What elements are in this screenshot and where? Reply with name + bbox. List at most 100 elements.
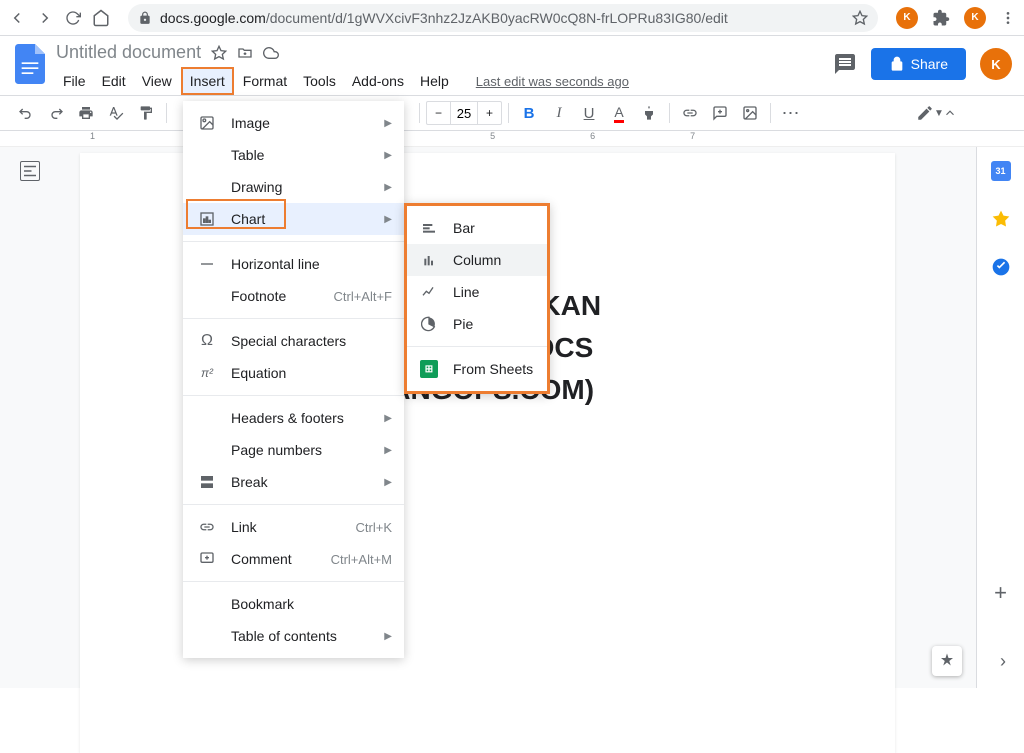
bold-button[interactable]: B <box>515 99 543 127</box>
star-icon[interactable] <box>852 10 868 26</box>
highlight-button[interactable] <box>635 99 663 127</box>
bar-icon <box>419 218 439 238</box>
insert-menu-horizontal-line[interactable]: Horizontal line <box>183 248 404 280</box>
image-icon <box>197 113 217 133</box>
pagenum-icon <box>197 440 217 460</box>
docs-header: Untitled document File Edit View Insert … <box>0 36 1024 95</box>
font-size-decrease[interactable]: − <box>427 106 450 120</box>
docs-logo-icon[interactable] <box>12 42 48 86</box>
spellcheck-button[interactable] <box>102 99 130 127</box>
insert-menu-equation[interactable]: π²Equation <box>183 357 404 389</box>
show-side-panel-icon[interactable]: › <box>1000 651 1006 672</box>
menu-help[interactable]: Help <box>413 69 456 93</box>
lock-icon <box>889 56 905 72</box>
reload-icon[interactable] <box>64 9 82 27</box>
home-icon[interactable] <box>92 9 110 27</box>
menu-edit[interactable]: Edit <box>95 69 133 93</box>
font-size-control[interactable]: − + <box>426 101 502 125</box>
keep-icon[interactable] <box>991 209 1011 229</box>
menu-view[interactable]: View <box>135 69 179 93</box>
tasks-icon[interactable] <box>991 257 1011 277</box>
font-size-increase[interactable]: + <box>478 106 501 120</box>
line-icon <box>419 282 439 302</box>
column-icon <box>419 250 439 270</box>
underline-button[interactable]: U <box>575 99 603 127</box>
cloud-status-icon[interactable] <box>263 45 279 61</box>
insert-image-button[interactable] <box>736 99 764 127</box>
menu-tools[interactable]: Tools <box>296 69 343 93</box>
insert-link-button[interactable] <box>676 99 704 127</box>
insert-menu-break[interactable]: Break▶ <box>183 466 404 498</box>
insert-menu-table[interactable]: Table▶ <box>183 139 404 171</box>
hline-icon <box>197 254 217 274</box>
chart-submenu-bar[interactable]: Bar <box>407 212 547 244</box>
add-panel-icon[interactable]: + <box>991 580 1011 600</box>
chart-submenu-line[interactable]: Line <box>407 276 547 308</box>
side-panel: 31 + <box>976 147 1024 688</box>
insert-menu-bookmark[interactable]: Bookmark <box>183 588 404 620</box>
chart-submenu-column[interactable]: Column <box>407 244 547 276</box>
profile-avatar[interactable]: K <box>964 7 986 29</box>
insert-menu-link[interactable]: LinkCtrl+K <box>183 511 404 543</box>
omega-icon: Ω <box>197 331 217 351</box>
star-outline-icon[interactable] <box>211 45 227 61</box>
redo-button[interactable] <box>42 99 70 127</box>
sheets-icon: ⊞ <box>419 359 439 379</box>
insert-menu-page-numbers[interactable]: Page numbers▶ <box>183 434 404 466</box>
undo-button[interactable] <box>12 99 40 127</box>
footnote-icon <box>197 286 217 306</box>
url-text: docs.google.com/document/d/1gWVXcivF3nhz… <box>160 10 844 26</box>
insert-menu-headers-footers[interactable]: Headers & footers▶ <box>183 402 404 434</box>
break-icon <box>197 472 217 492</box>
insert-menu-footnote[interactable]: FootnoteCtrl+Alt+F <box>183 280 404 312</box>
move-folder-icon[interactable] <box>237 45 253 61</box>
chart-submenu-pie[interactable]: Pie <box>407 308 547 340</box>
insert-comment-button[interactable] <box>706 99 734 127</box>
hide-menus-button[interactable] <box>936 99 964 127</box>
comment-history-icon[interactable] <box>833 52 857 76</box>
document-outline-icon[interactable] <box>20 161 40 181</box>
comment-icon <box>197 549 217 569</box>
ruler[interactable]: 1 2 3 4 5 6 7 <box>0 131 1024 147</box>
insert-menu-dropdown: Image▶Table▶Drawing▶Chart▶ Horizontal lin… <box>183 101 404 658</box>
paint-format-button[interactable] <box>132 99 160 127</box>
share-button[interactable]: Share <box>871 48 966 80</box>
nav-back-icon[interactable] <box>8 9 26 27</box>
extensions-icon[interactable] <box>932 9 950 27</box>
toolbar: − + B I U A ⋯ ▼ <box>0 95 1024 131</box>
menubar: File Edit View Insert Format Tools Add-o… <box>56 67 833 95</box>
chrome-menu-icon[interactable] <box>1000 10 1016 26</box>
insert-menu-table-of-contents[interactable]: Table of contents▶ <box>183 620 404 652</box>
menu-format[interactable]: Format <box>236 69 294 93</box>
insert-menu-drawing[interactable]: Drawing▶ <box>183 171 404 203</box>
equation-icon: π² <box>197 363 217 383</box>
insert-menu-comment[interactable]: CommentCtrl+Alt+M <box>183 543 404 575</box>
insert-menu-image[interactable]: Image▶ <box>183 107 404 139</box>
nav-forward-icon[interactable] <box>36 9 54 27</box>
explore-button[interactable] <box>932 646 962 676</box>
insert-menu-chart[interactable]: Chart▶ <box>183 203 404 235</box>
chart-submenu: BarColumnLinePie ⊞From Sheets <box>404 203 550 394</box>
font-size-input[interactable] <box>450 102 478 124</box>
menu-addons[interactable]: Add-ons <box>345 69 411 93</box>
lock-icon <box>138 11 152 25</box>
italic-button[interactable]: I <box>545 99 573 127</box>
profile-avatar-small[interactable]: K <box>896 7 918 29</box>
print-button[interactable] <box>72 99 100 127</box>
last-edit-link[interactable]: Last edit was seconds ago <box>476 74 629 89</box>
insert-menu-special-characters[interactable]: ΩSpecial characters <box>183 325 404 357</box>
doc-title[interactable]: Untitled document <box>56 42 201 63</box>
pie-icon <box>419 314 439 334</box>
browser-chrome: docs.google.com/document/d/1gWVXcivF3nhz… <box>0 0 1024 36</box>
text-color-button[interactable]: A <box>605 99 633 127</box>
menu-file[interactable]: File <box>56 69 93 93</box>
chart-icon <box>197 209 217 229</box>
more-button[interactable]: ⋯ <box>777 99 805 127</box>
bookmark-icon <box>197 594 217 614</box>
account-avatar[interactable]: K <box>980 48 1012 80</box>
header-icon <box>197 408 217 428</box>
chart-submenu-from-sheets[interactable]: ⊞From Sheets <box>407 353 547 385</box>
address-bar[interactable]: docs.google.com/document/d/1gWVXcivF3nhz… <box>128 4 878 32</box>
calendar-icon[interactable]: 31 <box>991 161 1011 181</box>
menu-insert[interactable]: Insert <box>181 67 234 95</box>
